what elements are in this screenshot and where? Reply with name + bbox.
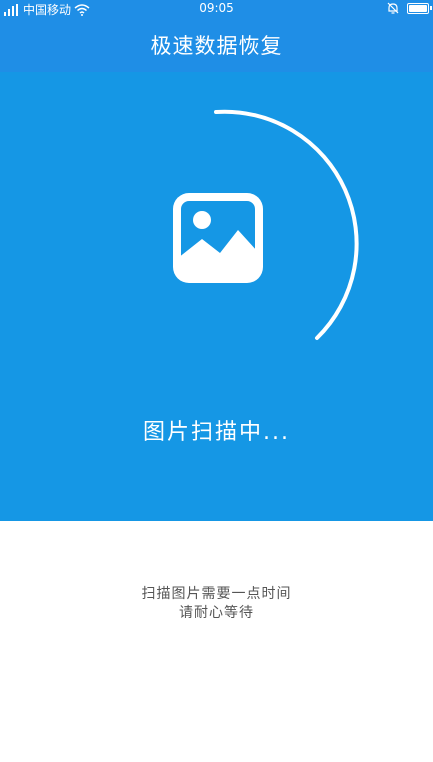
battery-fill (409, 4, 427, 12)
scan-progress-ring (214, 109, 359, 340)
hint-message: 扫描图片需要一点时间 请耐心等待 (0, 585, 433, 623)
page-title: 极速数据恢复 (150, 34, 283, 58)
status-right (387, 2, 432, 14)
status-bar: 中国移动 09:05 (0, 0, 433, 18)
scan-panel: 图片扫描中... (0, 72, 433, 521)
app-bar: 极速数据恢复 (0, 18, 433, 72)
hint-line-2: 请耐心等待 (179, 605, 254, 621)
hint-line-1: 扫描图片需要一点时间 (141, 586, 292, 602)
status-time: 09:05 (199, 1, 234, 15)
alarm-icon (387, 2, 399, 14)
picture-icon (173, 193, 263, 283)
scan-status-text: 图片扫描中... (143, 420, 290, 445)
battery-icon (407, 2, 432, 14)
